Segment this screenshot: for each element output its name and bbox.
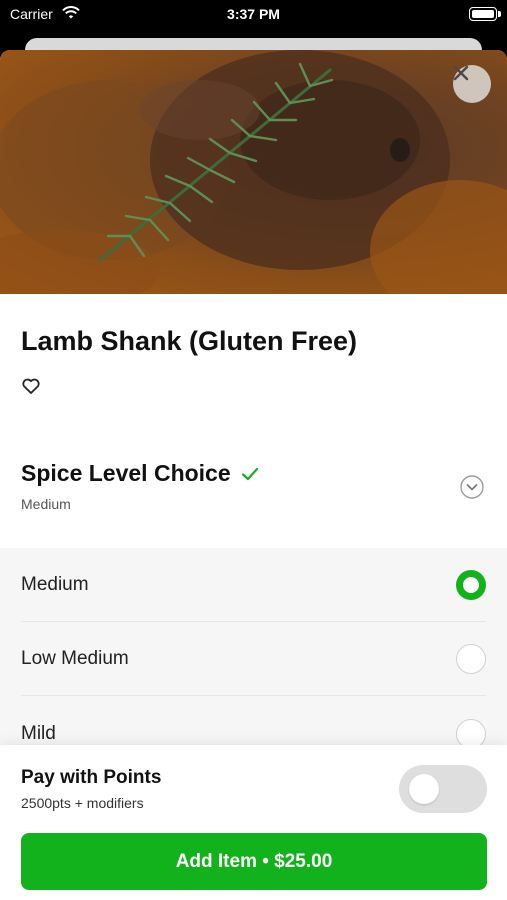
favorite-button[interactable] bbox=[21, 376, 41, 396]
battery-icon bbox=[469, 7, 501, 21]
option-radio-selected[interactable] bbox=[456, 570, 486, 600]
modifier-options-list: Medium Low Medium Mild bbox=[0, 548, 507, 749]
add-item-button[interactable]: Add Item • $25.00 bbox=[21, 833, 487, 890]
divider bbox=[21, 695, 486, 696]
item-title: Lamb Shank (Gluten Free) bbox=[21, 326, 358, 356]
option-radio[interactable] bbox=[456, 644, 486, 674]
modifier-group-title: Spice Level Choice bbox=[21, 460, 231, 486]
status-time: 3:37 PM bbox=[227, 6, 280, 22]
item-detail-sheet: Lamb Shank (Gluten Free) Spice Level Cho… bbox=[0, 50, 507, 900]
points-title: Pay with Points bbox=[21, 767, 162, 788]
close-button[interactable] bbox=[453, 65, 491, 103]
checkmark-icon bbox=[241, 467, 258, 480]
status-bar: Carrier 3:37 PM bbox=[0, 0, 507, 30]
checkout-footer: Pay with Points 2500pts + modifiers Add … bbox=[0, 745, 507, 900]
toggle-knob bbox=[409, 774, 439, 804]
item-photo bbox=[0, 50, 507, 294]
chevron-down-circle-icon bbox=[460, 475, 484, 499]
option-row[interactable]: Low Medium bbox=[21, 622, 486, 696]
modifier-selected-summary: Medium bbox=[21, 496, 71, 512]
close-icon bbox=[453, 65, 469, 81]
option-label: Medium bbox=[21, 574, 89, 595]
modifier-group-header[interactable]: Spice Level Choice bbox=[21, 460, 259, 487]
option-row[interactable]: Medium bbox=[21, 548, 486, 622]
collapse-toggle[interactable] bbox=[460, 475, 484, 499]
heart-outline-icon bbox=[22, 378, 40, 394]
points-toggle[interactable] bbox=[399, 765, 487, 813]
points-subtitle: 2500pts + modifiers bbox=[21, 795, 144, 811]
option-label: Low Medium bbox=[21, 648, 129, 669]
